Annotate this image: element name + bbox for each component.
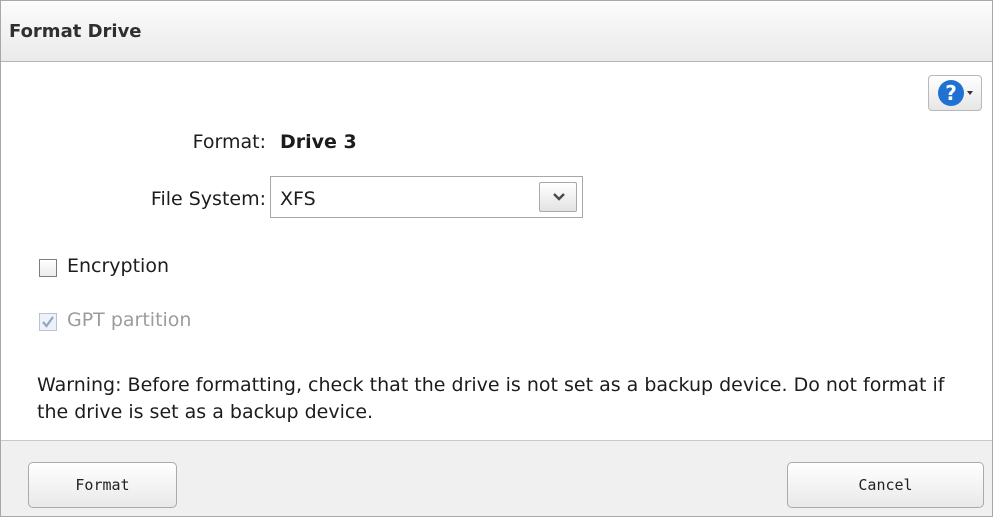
format-drive-value: Drive 3 <box>280 131 357 153</box>
checkmark-icon <box>42 316 54 328</box>
dialog-title: Format Drive <box>9 21 142 42</box>
file-system-selected-value: XFS <box>280 188 316 210</box>
encryption-label[interactable]: Encryption <box>67 255 169 277</box>
help-menu-button[interactable]: ? <box>928 75 982 111</box>
format-button[interactable]: Format <box>28 462 177 508</box>
cancel-button[interactable]: Cancel <box>787 462 984 508</box>
gpt-partition-checkbox[interactable] <box>39 313 57 331</box>
dialog-content: ? Format: Drive 3 File System: XFS Encry… <box>1 62 992 441</box>
dialog-footer: Format Cancel <box>1 440 992 516</box>
format-drive-dialog: Format Drive ? Format: Drive 3 File Syst… <box>0 0 993 517</box>
dialog-titlebar: Format Drive <box>1 1 992 62</box>
warning-text: Warning: Before formatting, check that t… <box>37 374 945 423</box>
encryption-checkbox[interactable] <box>39 259 57 277</box>
chevron-down-icon <box>553 193 565 201</box>
dropdown-arrow-button[interactable] <box>539 182 577 212</box>
file-system-select[interactable]: XFS <box>270 176 583 218</box>
file-system-label: File System: <box>150 188 266 210</box>
gpt-partition-label: GPT partition <box>67 309 192 331</box>
chevron-down-icon <box>967 91 973 95</box>
help-icon: ? <box>938 80 964 106</box>
format-label: Format: <box>192 131 266 153</box>
